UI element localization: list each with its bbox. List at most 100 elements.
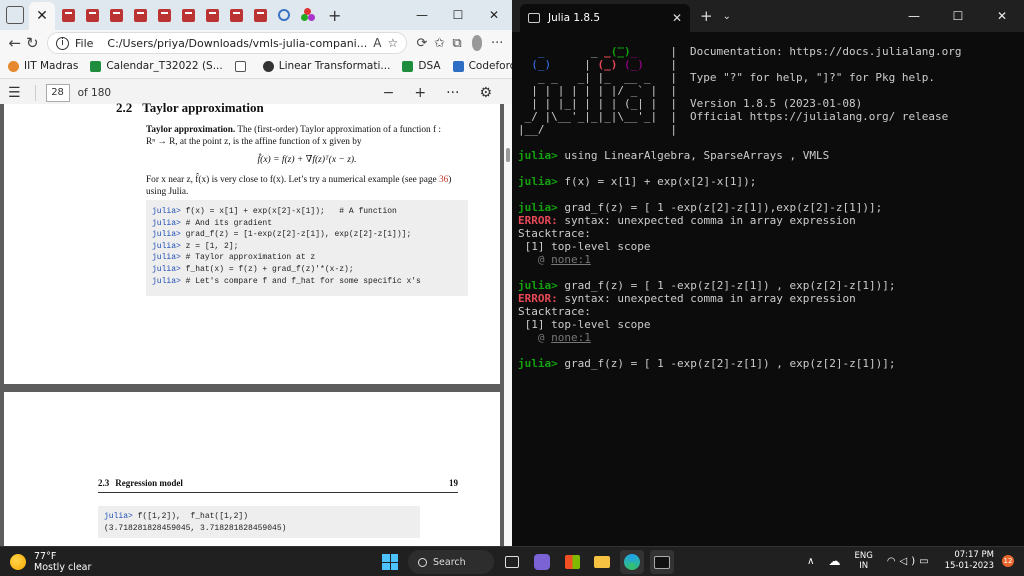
browser-tab-pdf-7[interactable] bbox=[201, 2, 223, 28]
minimize-button[interactable]: — bbox=[404, 0, 440, 30]
bookmark-icon bbox=[452, 60, 464, 72]
browser-tab-pdf-9[interactable] bbox=[249, 2, 271, 28]
bookmark-5[interactable]: Codeforces bbox=[452, 60, 512, 72]
weather-widget[interactable]: 77°F Mostly clear bbox=[10, 551, 91, 573]
browser-tab-pdf-5[interactable] bbox=[153, 2, 175, 28]
file-explorer-button[interactable] bbox=[590, 550, 614, 574]
source-link[interactable]: none:1 bbox=[551, 253, 591, 266]
onedrive-cloud-icon[interactable]: ☁ bbox=[828, 554, 840, 568]
read-aloud-icon[interactable]: A bbox=[373, 36, 381, 50]
zoom-out-button[interactable]: − bbox=[383, 85, 395, 101]
page-number-input[interactable]: 28 bbox=[45, 83, 70, 102]
code-block: julia> f(x) = x[1] + exp(x[2]-x[1]); # A… bbox=[146, 200, 468, 296]
clock[interactable]: 07:17 PM 15-01-2023 bbox=[945, 550, 994, 572]
refresh-button[interactable]: ↻ bbox=[24, 34, 42, 52]
browser-tab-pdf-2[interactable] bbox=[81, 2, 103, 28]
browser-tab-colors[interactable] bbox=[297, 2, 319, 28]
info-icon[interactable]: i bbox=[56, 36, 69, 50]
system-tray: ∧ ☁ ENG IN ◠◁)▭ 07:17 PM 15-01-2023 12 bbox=[807, 550, 1014, 572]
code-text: f(x) = x[1] + exp(x[2]-x[1]); # A functi… bbox=[180, 207, 397, 216]
code-output: (3.718281828459045, 3.718281828459045) bbox=[104, 523, 287, 533]
close-window-button[interactable]: ✕ bbox=[476, 0, 512, 30]
notification-badge[interactable]: 12 bbox=[1002, 555, 1014, 567]
pdf-more-icon[interactable]: ··· bbox=[446, 85, 459, 101]
minimize-button[interactable]: — bbox=[892, 0, 936, 32]
bookmark-icon bbox=[262, 60, 274, 72]
para-bold: Taylor approximation. bbox=[146, 125, 236, 135]
task-view-icon bbox=[505, 556, 519, 568]
bookmark-icon bbox=[8, 60, 19, 72]
bookmark-3[interactable]: Linear Transformati... bbox=[262, 60, 390, 72]
browser-tab-pdf-6[interactable] bbox=[177, 2, 199, 28]
taskbar-search[interactable]: Search bbox=[408, 550, 494, 574]
pdf-icon bbox=[181, 8, 195, 22]
code-line: julia> # Taylor approximation at z bbox=[152, 252, 462, 264]
stacktrace-frame: [1] top-level scope bbox=[518, 318, 651, 331]
chevron-down-icon[interactable]: ⌄ bbox=[723, 0, 731, 32]
browser-tab-pdf-1[interactable] bbox=[57, 2, 79, 28]
favorite-star-icon[interactable]: ☆ bbox=[387, 36, 398, 50]
pdf-viewport[interactable]: 2.2 Taylor approximation Taylor approxima… bbox=[0, 100, 512, 546]
zoom-in-button[interactable]: + bbox=[414, 85, 426, 101]
new-tab-button[interactable]: + bbox=[328, 6, 341, 25]
address-bar[interactable]: i File C:/Users/priya/Downloads/vmls-jul… bbox=[47, 32, 408, 54]
pdf-scrollbar[interactable] bbox=[504, 104, 512, 546]
page-link[interactable]: 36 bbox=[439, 175, 448, 185]
maximize-button[interactable]: ☐ bbox=[936, 0, 980, 32]
store-button[interactable] bbox=[560, 550, 584, 574]
pdf-page-29: 2.3 Regression model 19 julia> f([1,2]), … bbox=[4, 392, 500, 546]
para-text: For x near z, f̂(x) is very close to f(x… bbox=[146, 175, 439, 185]
favorites-icon[interactable]: ✩ bbox=[431, 36, 449, 51]
profile-avatar[interactable] bbox=[471, 35, 483, 51]
collections-icon[interactable]: ⧉ bbox=[448, 36, 466, 51]
network-volume-battery-icons[interactable]: ◠◁)▭ bbox=[887, 556, 933, 567]
chevron-up-icon[interactable]: ∧ bbox=[807, 556, 814, 567]
close-window-button[interactable]: ✕ bbox=[980, 0, 1024, 32]
language-indicator[interactable]: ENG IN bbox=[854, 551, 872, 571]
browser-tab-pdf-4[interactable] bbox=[129, 2, 151, 28]
back-button[interactable]: ← bbox=[6, 34, 24, 52]
close-icon[interactable]: ✕ bbox=[672, 11, 682, 25]
task-view-button[interactable] bbox=[500, 550, 524, 574]
code-prompt: julia> bbox=[104, 512, 133, 521]
section-title: Taylor approximation bbox=[142, 100, 264, 115]
terminal-button[interactable] bbox=[650, 550, 674, 574]
browser-tab-search[interactable] bbox=[273, 2, 295, 28]
contents-list-icon[interactable]: ☰ bbox=[8, 85, 21, 101]
pdf-page-28: 2.2 Taylor approximation Taylor approxima… bbox=[4, 100, 500, 384]
bookmark-4[interactable]: DSA bbox=[402, 60, 441, 72]
clock-time: 07:17 PM bbox=[954, 550, 994, 560]
close-icon[interactable]: ✕ bbox=[36, 8, 48, 24]
code-text: f_hat(x) = f(z) + grad_f(z)'*(x-z); bbox=[180, 264, 354, 274]
source-link[interactable]: none:1 bbox=[551, 331, 591, 344]
terminal-output[interactable]: _ _ _ _(_)_ | (_) | (_) (_) | _ _ _| |_ … bbox=[518, 36, 1020, 546]
edge-button[interactable] bbox=[620, 550, 644, 574]
browser-tab-active[interactable]: ✕ bbox=[29, 2, 55, 30]
bookmark-0[interactable]: IIT Madras bbox=[8, 60, 78, 72]
terminal-tab-strip: Julia 1.8.5 ✕ + ⌄ — ☐ ✕ bbox=[512, 0, 1024, 32]
bookmark-2[interactable] bbox=[234, 60, 251, 72]
maximize-button[interactable]: ☐ bbox=[440, 0, 476, 30]
stacktrace-label: Stacktrace: bbox=[518, 227, 591, 240]
tab-actions-icon[interactable] bbox=[6, 6, 24, 24]
pdf-icon bbox=[85, 8, 99, 22]
code-line: julia> f([1,2]), f_hat([1,2]) bbox=[104, 511, 414, 523]
scrollbar-thumb[interactable] bbox=[506, 148, 510, 162]
teams-chat-button[interactable] bbox=[530, 550, 554, 574]
terminal-tab-julia[interactable]: Julia 1.8.5 ✕ bbox=[520, 4, 690, 32]
paragraph-2: For x near z, f̂(x) is very close to f(x… bbox=[146, 174, 468, 198]
browser-tab-pdf-8[interactable] bbox=[225, 2, 247, 28]
repl-line-current[interactable]: julia> grad_f(z) = [ 1 -exp(z[2]-z[1]) ,… bbox=[518, 357, 896, 370]
start-button[interactable] bbox=[378, 550, 402, 574]
repl-command: grad_f(z) = [ 1 -exp(z[2]-z[1]) , exp(z[… bbox=[557, 279, 896, 292]
repl-input[interactable]: grad_f(z) = [ 1 -exp(z[2]-z[1]) , exp(z[… bbox=[558, 357, 895, 370]
region-code: IN bbox=[859, 561, 869, 571]
more-menu-icon[interactable]: ··· bbox=[488, 36, 506, 51]
url-text[interactable]: C:/Users/priya/Downloads/vmls-julia-comp… bbox=[107, 37, 367, 50]
extensions-icon[interactable]: ⟳ bbox=[413, 36, 431, 51]
settings-gear-icon[interactable]: ⚙ bbox=[479, 85, 492, 101]
julia-prompt: julia> bbox=[518, 279, 558, 292]
bookmark-1[interactable]: Calendar_T32022 (S... bbox=[90, 60, 223, 72]
browser-tab-pdf-3[interactable] bbox=[105, 2, 127, 28]
new-terminal-tab-button[interactable]: + bbox=[690, 0, 723, 32]
